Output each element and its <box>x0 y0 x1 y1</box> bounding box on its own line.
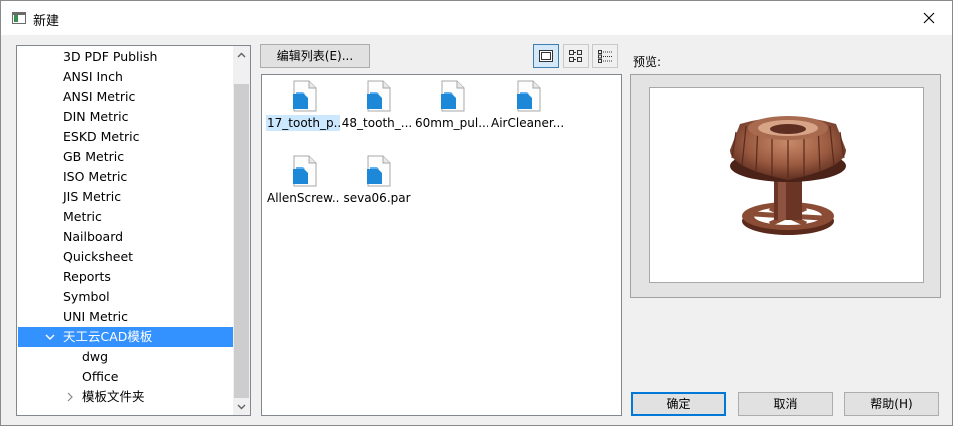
scroll-down-button[interactable] <box>233 398 250 415</box>
file-list[interactable]: 17_tooth_p... 48_tooth_... 60mm_pul... A… <box>261 74 622 416</box>
details-list-icon <box>598 50 612 63</box>
file-item[interactable]: 60mm_pul... <box>414 77 488 141</box>
tree-item-ansi-inch[interactable]: ANSI Inch <box>18 67 233 87</box>
gear-model-preview-image <box>730 116 846 235</box>
new-file-dialog: 新建 3D PDF Publish ANSI Inch ANSI Metric … <box>0 0 953 426</box>
part-file-icon <box>441 80 465 112</box>
chevron-down-icon[interactable] <box>44 327 56 347</box>
file-name: 60mm_pul... <box>415 116 488 130</box>
large-icons-icon <box>539 50 553 62</box>
file-name: AirCleaner... <box>491 116 564 130</box>
tree-item-tiangong-cad-template[interactable]: 天工云CAD模板 <box>18 327 233 347</box>
file-item[interactable]: seva06.par <box>340 152 414 216</box>
tree-item-reports[interactable]: Reports <box>18 267 233 287</box>
chevron-up-icon <box>237 52 246 57</box>
file-item[interactable]: AllenScrew... <box>266 152 340 216</box>
tree-item-eskd-metric[interactable]: ESKD Metric <box>18 127 233 147</box>
tree-item-din-metric[interactable]: DIN Metric <box>18 107 233 127</box>
file-name: 17_tooth_p... <box>266 115 340 131</box>
tree-item-ansi-metric[interactable]: ANSI Metric <box>18 87 233 107</box>
help-button[interactable]: 帮助(H) <box>844 392 939 416</box>
part-file-icon <box>293 155 317 187</box>
tree-item-nailboard[interactable]: Nailboard <box>18 227 233 247</box>
tree-item-jis-metric[interactable]: JIS Metric <box>18 187 233 207</box>
large-icons-view-button[interactable] <box>533 44 559 68</box>
file-name: 48_tooth_... <box>341 116 413 130</box>
preview-panel <box>630 74 941 298</box>
title-bar: 新建 <box>1 1 952 35</box>
file-name: AllenScrew... <box>267 191 340 205</box>
chevron-right-icon[interactable] <box>64 387 76 407</box>
tree-item-symbol[interactable]: Symbol <box>18 287 233 307</box>
small-icons-view-button[interactable] <box>563 44 589 68</box>
tree-item-dwg[interactable]: dwg <box>18 347 233 367</box>
tree-item-gb-metric[interactable]: GB Metric <box>18 147 233 167</box>
file-name: seva06.par <box>343 191 411 205</box>
tree-item-template-folder[interactable]: 模板文件夹 <box>18 387 233 407</box>
tree-item-3d-pdf-publish[interactable]: 3D PDF Publish <box>18 47 233 67</box>
part-file-icon <box>517 80 541 112</box>
window-icon <box>12 12 26 24</box>
tree-item-quicksheet[interactable]: Quicksheet <box>18 247 233 267</box>
close-button[interactable] <box>906 1 952 35</box>
file-item[interactable]: 48_tooth_... <box>340 77 414 141</box>
part-file-icon <box>293 80 317 112</box>
tree-item-office[interactable]: Office <box>18 367 233 387</box>
tree-item-metric[interactable]: Metric <box>18 207 233 227</box>
details-view-button[interactable] <box>592 44 618 68</box>
file-item[interactable]: 17_tooth_p... <box>266 77 340 141</box>
file-item[interactable]: AirCleaner... <box>490 77 564 141</box>
close-icon <box>923 12 935 24</box>
scroll-up-button[interactable] <box>233 46 250 63</box>
window-title: 新建 <box>33 14 60 29</box>
tree-item-uni-metric[interactable]: UNI Metric <box>18 307 233 327</box>
preview-canvas <box>649 87 924 283</box>
edit-list-button[interactable]: 编辑列表(E)... <box>260 44 370 68</box>
preview-label: 预览: <box>633 55 662 69</box>
scroll-thumb[interactable] <box>234 84 249 398</box>
template-tree[interactable]: 3D PDF Publish ANSI Inch ANSI Metric DIN… <box>16 45 251 416</box>
part-file-icon <box>367 80 391 112</box>
chevron-down-icon <box>237 404 246 409</box>
tree-scrollbar[interactable] <box>233 46 250 415</box>
small-icons-icon <box>569 50 582 62</box>
cancel-button[interactable]: 取消 <box>738 392 833 416</box>
part-file-icon <box>367 155 391 187</box>
tree-item-iso-metric[interactable]: ISO Metric <box>18 167 233 187</box>
ok-button[interactable]: 确定 <box>631 392 726 416</box>
